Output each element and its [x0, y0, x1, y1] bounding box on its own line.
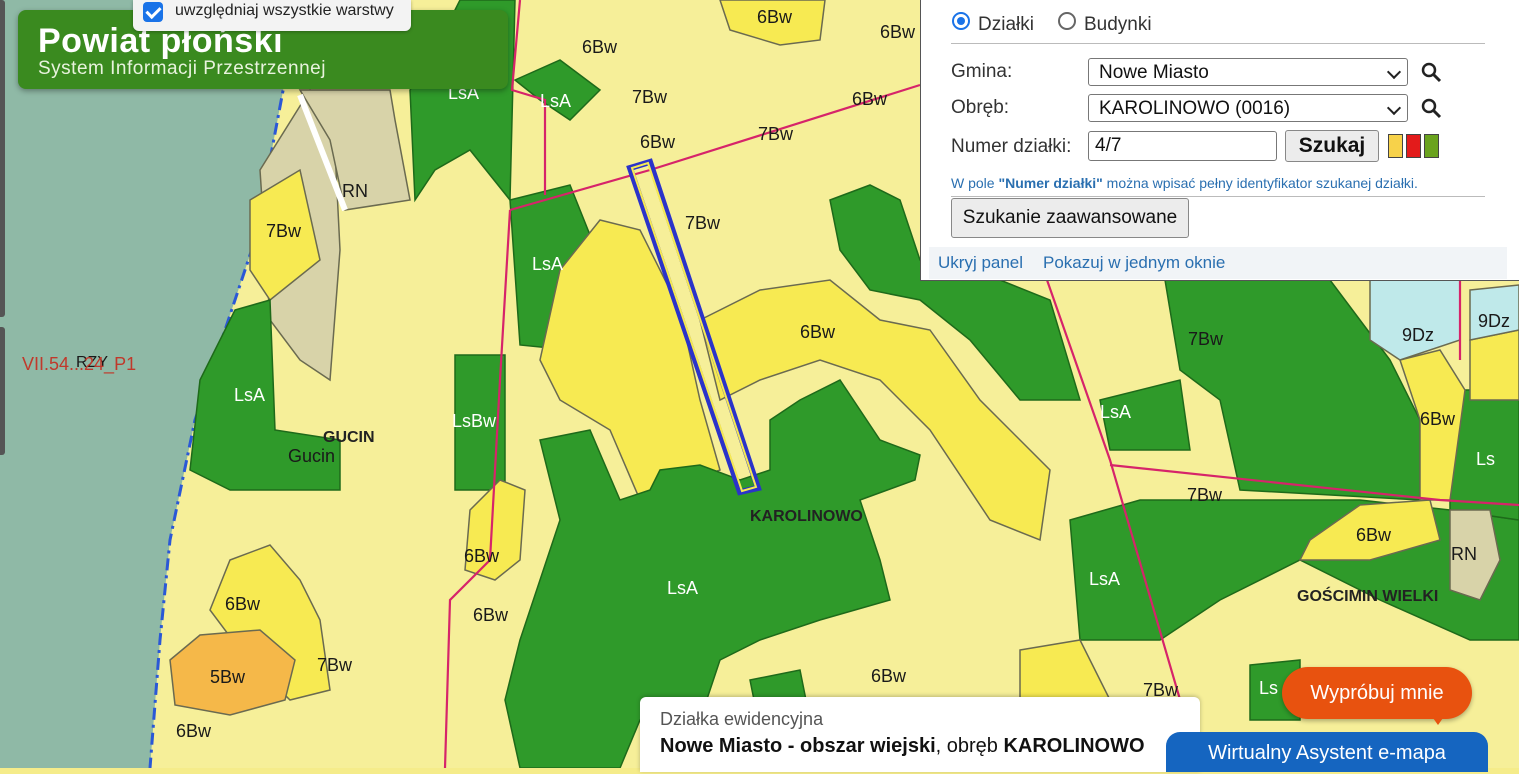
panel-divider	[951, 196, 1485, 197]
label-6bw: 6Bw	[800, 322, 836, 342]
try-me-bubble-tail	[1428, 711, 1448, 725]
label-6bw: 6Bw	[757, 7, 793, 27]
label-6bw: 6Bw	[880, 22, 916, 42]
label-ls: Ls	[1476, 449, 1495, 469]
left-edge-tab[interactable]	[0, 327, 5, 455]
label-5bw: 5Bw	[210, 667, 246, 687]
label-ls: Ls	[1259, 678, 1278, 698]
gmina-select[interactable]: Nowe Miasto	[1088, 58, 1408, 86]
label-6bw: 6Bw	[464, 546, 500, 566]
label-7bw: 7Bw	[266, 221, 302, 241]
label-7bw: 7Bw	[1187, 485, 1223, 505]
label-rn: RN	[342, 181, 368, 201]
radio-parcels[interactable]	[952, 12, 970, 30]
label-lsa: LsA	[234, 385, 265, 405]
label-6bw: 6Bw	[640, 132, 676, 152]
label-6bw: 6Bw	[871, 666, 907, 686]
label-6bw: 6Bw	[176, 721, 212, 741]
search-hint: W pole "Numer działki" można wpisać pełn…	[951, 175, 1418, 191]
chevron-down-icon	[1386, 64, 1402, 80]
radio-parcels-label[interactable]: Działki	[978, 14, 1034, 36]
label-6bw: 6Bw	[582, 37, 618, 57]
yellow-area	[1469, 329, 1519, 401]
layers-checkbox[interactable]	[143, 2, 163, 22]
label-6bw: 6Bw	[1420, 409, 1456, 429]
search-panel: Działki Budynki Gmina: Nowe Miasto Obręb…	[920, 0, 1519, 281]
label-9dz: 9Dz	[1478, 311, 1510, 331]
label-lsa: LsA	[540, 91, 571, 111]
search-button[interactable]: Szukaj	[1285, 130, 1379, 162]
label-reference: VII.54...24_P1	[22, 354, 136, 375]
label-9dz: 9Dz	[1402, 325, 1434, 345]
parcel-info-heading: Działka ewidencyjna	[660, 709, 824, 729]
label-lsa: LsA	[667, 578, 698, 598]
label-7bw: 7Bw	[685, 213, 721, 233]
obreb-select-value: KAROLINOWO (0016)	[1099, 98, 1291, 119]
label-gucin-village: GUCIN	[323, 429, 375, 446]
app-subtitle: System Informacji Przestrzennej	[38, 58, 326, 79]
label-7bw: 7Bw	[317, 655, 353, 675]
advanced-search-button[interactable]: Szukanie zaawansowane	[951, 198, 1189, 238]
search-icon[interactable]	[1420, 61, 1442, 83]
label-6bw: 6Bw	[1356, 525, 1392, 545]
gmina-label: Gmina:	[951, 61, 1013, 82]
layers-label: uwzględniaj wszystkie warstwy	[175, 2, 394, 19]
panel-divider	[951, 43, 1485, 44]
left-edge-tab[interactable]	[0, 0, 5, 317]
label-lsbw: LsBw	[452, 411, 497, 431]
panel-footer: Ukryj panel Pokazuj w jednym oknie	[929, 247, 1507, 279]
label-7bw: 7Bw	[632, 87, 668, 107]
label-rn: RN	[1451, 544, 1477, 564]
label-gucin: Gucin	[288, 446, 335, 466]
parcel-number-label: Numer działki:	[951, 136, 1072, 157]
label-7bw: 7Bw	[758, 124, 794, 144]
label-lsa: LsA	[532, 254, 563, 274]
label-goscimin-wielki: GOŚCIMIN WIELKI	[1297, 586, 1438, 605]
obreb-select[interactable]: KAROLINOWO (0016)	[1088, 94, 1408, 122]
label-6bw: 6Bw	[852, 89, 888, 109]
search-icon[interactable]	[1420, 97, 1442, 119]
label-6bw: 6Bw	[225, 594, 261, 614]
parcel-info-box: Działka ewidencyjna Nowe Miasto - obszar…	[640, 697, 1200, 772]
label-7bw: 7Bw	[1188, 329, 1224, 349]
color-swatch-yellow[interactable]	[1388, 134, 1403, 158]
color-swatch-green[interactable]	[1424, 134, 1439, 158]
label-karolinowo: KAROLINOWO	[750, 508, 863, 525]
virtual-assistant-button[interactable]: Wirtualny Asystent e-mapa	[1166, 732, 1488, 772]
radio-buildings[interactable]	[1058, 12, 1076, 30]
obreb-label: Obręb:	[951, 97, 1010, 118]
gmina-select-value: Nowe Miasto	[1099, 62, 1209, 83]
hide-panel-link[interactable]: Ukryj panel	[938, 253, 1023, 273]
parcel-number-input[interactable]: 4/7	[1088, 131, 1277, 161]
layers-toggle[interactable]: uwzględniaj wszystkie warstwy	[133, 0, 411, 31]
label-lsa: LsA	[1100, 402, 1131, 422]
parcel-info-body: Nowe Miasto - obszar wiejski, obręb KARO…	[660, 735, 1145, 757]
radio-buildings-label[interactable]: Budynki	[1084, 14, 1152, 36]
label-6bw: 6Bw	[473, 605, 509, 625]
chevron-down-icon	[1386, 100, 1402, 116]
single-window-link[interactable]: Pokazuj w jednym oknie	[1043, 253, 1225, 273]
label-lsa: LsA	[1089, 569, 1120, 589]
color-swatch-red[interactable]	[1406, 134, 1421, 158]
